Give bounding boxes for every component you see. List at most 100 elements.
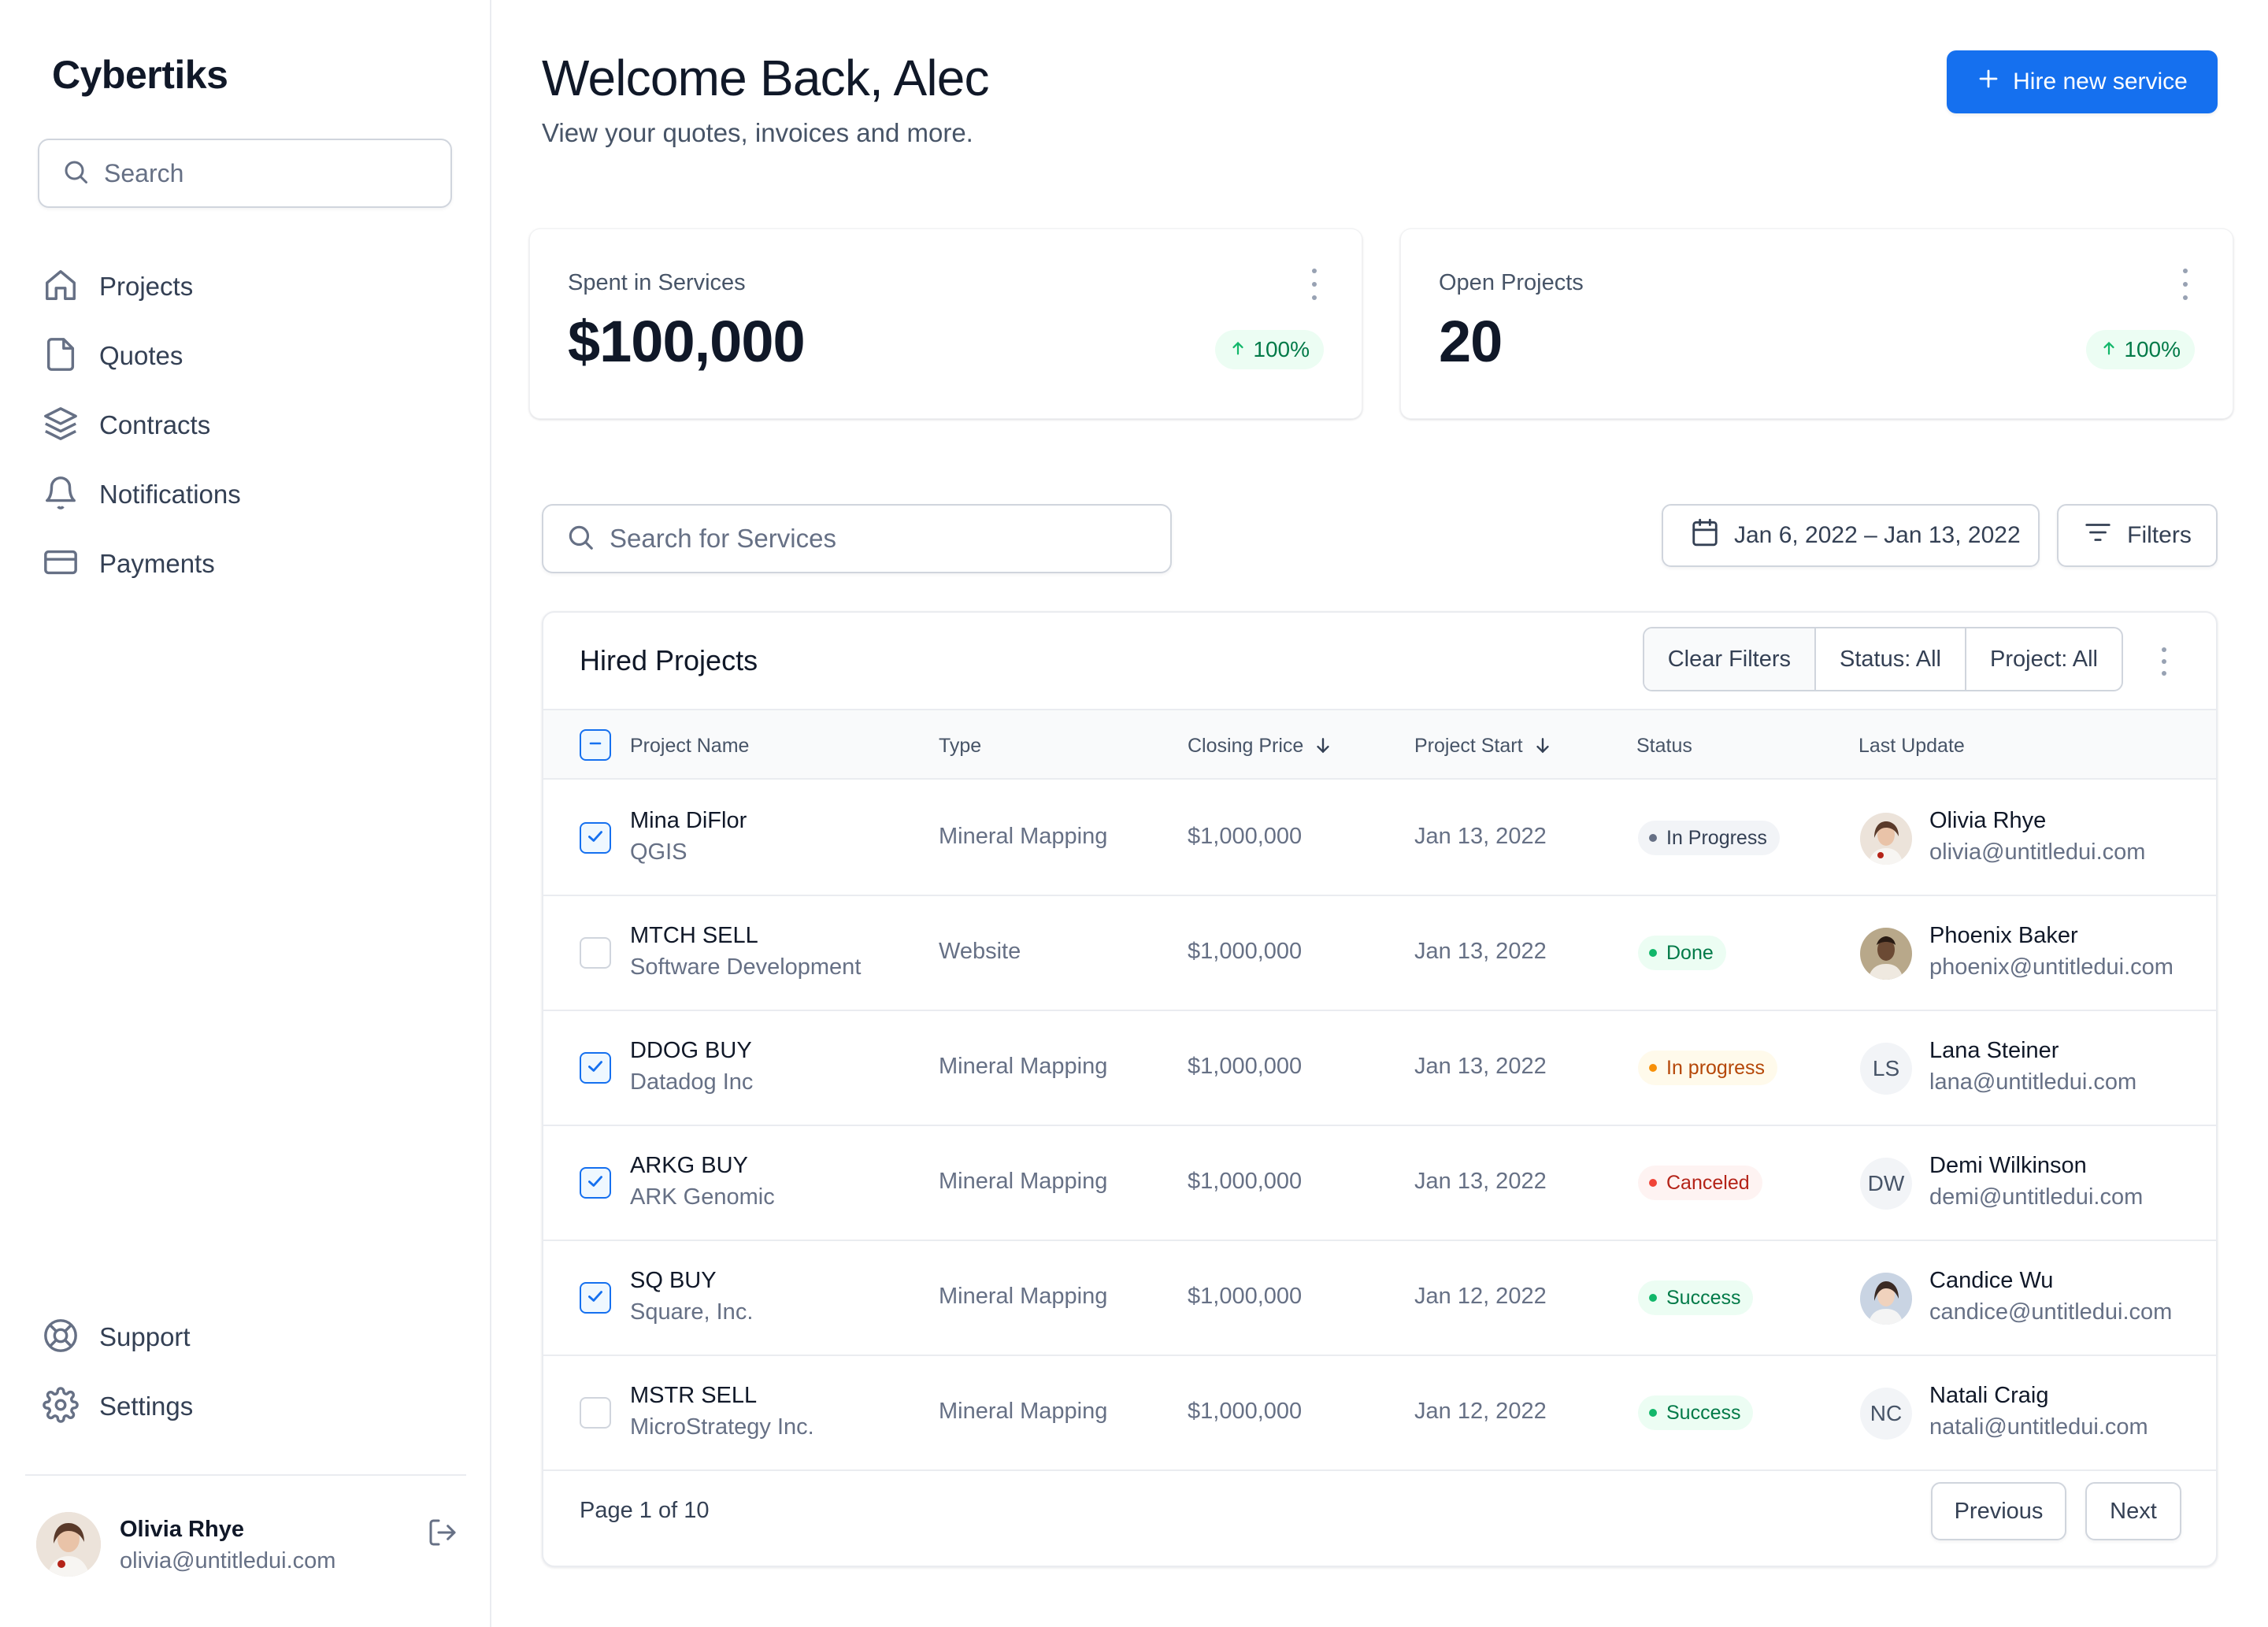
row-checkbox[interactable]: [580, 1052, 611, 1084]
brand-logo: Cybertiks: [52, 53, 228, 97]
sidebar-bottom-nav: Support Settings: [43, 1303, 452, 1441]
status-badge: In Progress: [1638, 821, 1780, 855]
check-icon: [585, 826, 606, 851]
calendar-icon: [1690, 517, 1720, 554]
status-badge: Done: [1638, 936, 1726, 970]
credit-card-icon: [43, 544, 79, 584]
sidebar-item-support[interactable]: Support: [43, 1303, 452, 1372]
check-icon: [585, 1286, 606, 1310]
project-name[interactable]: Mina DiFlor: [630, 808, 747, 834]
updater-name: Natali Craig: [1929, 1383, 2049, 1408]
table-pagination: Page 1 of 10 Previous Next: [543, 1465, 2216, 1566]
project-type: Mineral Mapping: [939, 1169, 1108, 1194]
hire-button-label: Hire new service: [2013, 69, 2188, 95]
service-search[interactable]: [542, 504, 1172, 573]
more-options-button[interactable]: [1305, 269, 1324, 300]
sidebar-item-payments[interactable]: Payments: [43, 529, 452, 599]
row-checkbox[interactable]: [580, 1167, 611, 1199]
table-more-options-button[interactable]: [2155, 647, 2174, 676]
page-info: Page 1 of 10: [580, 1498, 710, 1523]
avatar: LS: [1860, 1043, 1912, 1095]
status-filter-button[interactable]: Status: All: [1814, 628, 1965, 690]
sidebar-item-projects[interactable]: Projects: [43, 252, 452, 321]
stat-card-spent: Spent in Services $100,000 100%: [529, 228, 1362, 419]
table-row[interactable]: Mina DiFlor QGIS Mineral Mapping $1,000,…: [543, 781, 2216, 896]
row-checkbox[interactable]: [580, 1282, 611, 1314]
sidebar-item-contracts[interactable]: Contracts: [43, 391, 452, 460]
arrow-up-icon: [2100, 337, 2118, 362]
minus-icon: [586, 734, 605, 757]
table-row[interactable]: DDOG BUY Datadog Inc Mineral Mapping $1,…: [543, 1011, 2216, 1126]
status-label: Done: [1666, 941, 1714, 964]
project-name[interactable]: MSTR SELL: [630, 1383, 757, 1409]
layers-icon: [43, 406, 79, 446]
service-search-input[interactable]: [610, 524, 1145, 554]
project-filter-button[interactable]: Project: All: [1965, 628, 2122, 690]
file-icon: [43, 336, 79, 376]
sidebar-item-notifications[interactable]: Notifications: [43, 460, 452, 529]
check-icon: [585, 1056, 606, 1080]
table-row[interactable]: MSTR SELL MicroStrategy Inc. Mineral Map…: [543, 1356, 2216, 1471]
sidebar-item-label: Contracts: [99, 410, 211, 439]
updater-name: Olivia Rhye: [1929, 808, 2047, 833]
logout-button[interactable]: [424, 1515, 461, 1553]
page-title: Welcome Back, Alec: [542, 50, 990, 106]
app-root: Cybertiks Projects Quotes Contracts: [0, 0, 2268, 1627]
table-row[interactable]: ARKG BUY ARK Genomic Mineral Mapping $1,…: [543, 1126, 2216, 1241]
filters-button[interactable]: Filters: [2057, 504, 2218, 567]
more-options-button[interactable]: [2176, 269, 2195, 300]
project-type: Mineral Mapping: [939, 1054, 1108, 1079]
project-name[interactable]: ARKG BUY: [630, 1153, 748, 1179]
kebab-dot: [2183, 269, 2188, 273]
status-dot: [1649, 949, 1657, 957]
change-badge: 100%: [1215, 330, 1324, 369]
kebab-dot: [2162, 671, 2166, 676]
avatar: DW: [1860, 1158, 1912, 1210]
project-start-date: Jan 13, 2022: [1414, 824, 1547, 849]
life-buoy-icon: [43, 1318, 79, 1358]
column-status[interactable]: Status: [1636, 710, 1692, 781]
column-project-start[interactable]: Project Start: [1414, 710, 1553, 781]
next-page-button[interactable]: Next: [2085, 1482, 2181, 1540]
status-label: In progress: [1666, 1056, 1766, 1079]
user-email: olivia@untitledui.com: [120, 1548, 336, 1573]
row-checkbox[interactable]: [580, 822, 611, 854]
avatar[interactable]: [36, 1512, 101, 1577]
select-all-checkbox[interactable]: [580, 729, 611, 761]
column-type[interactable]: Type: [939, 710, 981, 781]
filter-lines-icon: [2083, 517, 2113, 554]
kebab-dot: [1312, 269, 1317, 273]
row-checkbox[interactable]: [580, 1397, 611, 1429]
table-row[interactable]: MTCH SELL Software Development Website $…: [543, 896, 2216, 1011]
status-badge: Canceled: [1638, 1166, 1762, 1200]
sidebar-search-input[interactable]: [104, 158, 419, 188]
sidebar-search[interactable]: [38, 139, 452, 208]
project-start-date: Jan 12, 2022: [1414, 1284, 1547, 1309]
clear-filters-button[interactable]: Clear Filters: [1644, 628, 1815, 690]
kebab-dot: [1312, 295, 1317, 300]
project-company: Square, Inc.: [630, 1299, 754, 1325]
column-last-update[interactable]: Last Update: [1858, 710, 1965, 781]
date-range-button[interactable]: Jan 6, 2022 – Jan 13, 2022: [1662, 504, 2040, 567]
updater-email: lana@untitledui.com: [1929, 1069, 2137, 1095]
closing-price: $1,000,000: [1188, 1284, 1303, 1309]
hire-new-service-button[interactable]: Hire new service: [1947, 50, 2218, 113]
table-title: Hired Projects: [580, 644, 758, 676]
change-value: 100%: [1253, 337, 1310, 361]
column-closing-price[interactable]: Closing Price: [1188, 710, 1333, 781]
table-row[interactable]: SQ BUY Square, Inc. Mineral Mapping $1,0…: [543, 1241, 2216, 1356]
home-icon: [43, 267, 79, 307]
column-project-name[interactable]: Project Name: [630, 710, 749, 781]
sidebar-item-settings[interactable]: Settings: [43, 1372, 452, 1441]
status-label: Canceled: [1666, 1171, 1750, 1194]
project-start-date: Jan 13, 2022: [1414, 1054, 1547, 1079]
project-name[interactable]: SQ BUY: [630, 1268, 717, 1294]
gear-icon: [43, 1386, 79, 1427]
logout-icon: [427, 1517, 458, 1552]
project-name[interactable]: DDOG BUY: [630, 1038, 752, 1064]
project-name[interactable]: MTCH SELL: [630, 923, 758, 949]
sidebar-item-label: Payments: [99, 549, 215, 578]
sidebar-item-quotes[interactable]: Quotes: [43, 321, 452, 391]
row-checkbox[interactable]: [580, 937, 611, 969]
previous-page-button[interactable]: Previous: [1931, 1482, 2066, 1540]
